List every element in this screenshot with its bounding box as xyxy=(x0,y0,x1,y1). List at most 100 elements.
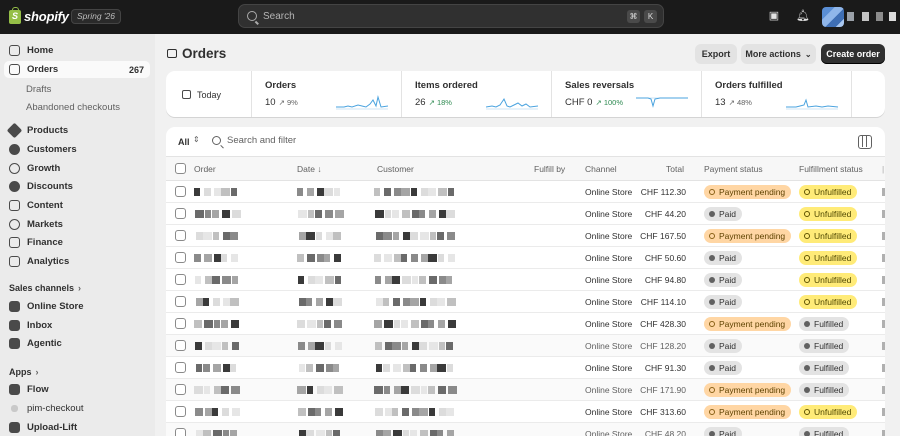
redacted-text xyxy=(374,254,381,262)
row-checkbox[interactable] xyxy=(175,428,186,436)
table-row[interactable]: Online Store CHF 44.20 Paid Unfulfilled xyxy=(166,203,885,225)
table-row[interactable]: Online Store CHF 112.30 Payment pending Unf… xyxy=(166,181,885,203)
nav-upload-lift[interactable]: Upload-Lift xyxy=(4,419,150,436)
export-button[interactable]: Export xyxy=(695,44,737,64)
table-row[interactable]: Online Store CHF 313.60 Payment pending Unf… xyxy=(166,401,885,423)
col-overflow: | xyxy=(882,164,885,174)
redacted-text xyxy=(298,210,307,218)
sales-channels-heading[interactable]: Sales channels › xyxy=(9,283,81,293)
table-row[interactable]: Online Store CHF 128.20 Paid Fulfilled xyxy=(166,335,885,357)
col-fulfillment-status[interactable]: Fulfillment status xyxy=(799,164,863,174)
edition-badge[interactable]: Spring '26 xyxy=(71,9,122,24)
nav-markets[interactable]: Markets xyxy=(4,216,150,233)
row-checkbox[interactable] xyxy=(175,384,186,395)
select-all-checkbox[interactable] xyxy=(175,163,186,174)
table-row[interactable]: Online Store CHF 167.50 Payment pending Unf… xyxy=(166,225,885,247)
col-order[interactable]: Order xyxy=(194,164,216,174)
redacted-text xyxy=(393,232,399,240)
nav-agentic[interactable]: Agentic xyxy=(4,335,150,352)
redacted-text xyxy=(204,320,213,328)
nav-online-store[interactable]: Online Store xyxy=(4,298,150,315)
date-range-button[interactable]: Today xyxy=(182,87,221,102)
table-row[interactable]: Online Store CHF 50.60 Paid Unfulfilled xyxy=(166,247,885,269)
stat-items-ordered[interactable]: Items ordered 26 ↗ 18% xyxy=(401,71,551,117)
row-checkbox[interactable] xyxy=(175,406,186,417)
nav-analytics[interactable]: Analytics xyxy=(4,253,150,270)
redacted-text xyxy=(231,320,239,328)
nav-abandoned-checkouts[interactable]: Abandoned checkouts xyxy=(26,102,120,113)
redacted-text xyxy=(196,364,202,372)
col-payment-status[interactable]: Payment status xyxy=(704,164,763,174)
nav-products[interactable]: Products xyxy=(4,122,150,139)
store-icon[interactable]: ▣ xyxy=(767,9,781,23)
nav-customers[interactable]: Customers xyxy=(4,141,150,158)
redacted-text xyxy=(384,188,391,196)
col-channel[interactable]: Channel xyxy=(585,164,617,174)
redacted-text xyxy=(222,210,230,218)
stat-orders[interactable]: Orders 10 ↗ 9% xyxy=(251,71,401,117)
col-total[interactable]: Total xyxy=(666,164,684,174)
tab-all[interactable]: All xyxy=(173,134,195,150)
search-filter-input[interactable]: Search and filter xyxy=(212,135,296,146)
stat-sales-reversals[interactable]: Sales reversals CHF 0 ↗ 100% xyxy=(551,71,701,117)
row-checkbox[interactable] xyxy=(175,274,186,285)
nav-home[interactable]: Home xyxy=(4,42,150,59)
columns-icon[interactable] xyxy=(858,135,872,149)
sparkline xyxy=(786,98,838,110)
nav-growth[interactable]: Growth xyxy=(4,160,150,177)
row-checkbox[interactable] xyxy=(175,252,186,263)
nav-discounts[interactable]: Discounts xyxy=(4,178,150,195)
table-row[interactable]: Online Store CHF 91.30 Paid Fulfilled xyxy=(166,357,885,379)
col-fulfill-by[interactable]: Fulfill by xyxy=(534,164,565,174)
sort-toggle-icon[interactable]: ⇕ xyxy=(193,135,200,144)
row-checkbox[interactable] xyxy=(175,296,186,307)
table-row[interactable]: Online Store CHF 428.30 Payment pending Ful… xyxy=(166,313,885,335)
fulfillment-status-badge: Unfulfilled xyxy=(799,251,858,265)
redacted-text xyxy=(402,210,410,218)
global-search-input[interactable]: Search ⌘ K xyxy=(238,4,664,28)
row-checkbox[interactable] xyxy=(175,362,186,373)
overflow-cell xyxy=(882,276,885,284)
apps-heading[interactable]: Apps › xyxy=(9,367,39,377)
redacted-text xyxy=(393,364,401,372)
row-checkbox[interactable] xyxy=(175,230,186,241)
payment-status-label: Payment pending xyxy=(719,407,786,417)
nav-content[interactable]: Content xyxy=(4,197,150,214)
chevron-right-icon: › xyxy=(78,283,82,293)
redacted-text xyxy=(430,232,436,240)
calendar-icon xyxy=(182,90,191,99)
nav-finance[interactable]: Finance xyxy=(4,234,150,251)
row-checkbox[interactable] xyxy=(175,208,186,219)
payment-status-badge: Paid xyxy=(704,273,743,287)
overflow-cell xyxy=(882,342,885,350)
col-customer[interactable]: Customer xyxy=(377,164,414,174)
redacted-text xyxy=(232,276,238,284)
nav-pim-checkout[interactable]: pim-checkout xyxy=(4,400,150,417)
payment-status-badge: Paid xyxy=(704,339,743,353)
agentic-icon xyxy=(9,338,20,349)
nav-inbox[interactable]: Inbox xyxy=(4,317,150,334)
nav-orders[interactable]: Orders 267 xyxy=(4,61,150,78)
bell-icon[interactable]: 🔔︎ xyxy=(796,9,810,23)
more-actions-button[interactable]: More actions ⌄ xyxy=(741,44,816,64)
row-checkbox[interactable] xyxy=(175,340,186,351)
row-checkbox[interactable] xyxy=(175,186,186,197)
redacted-text xyxy=(438,254,444,262)
store-name-blurred xyxy=(889,12,896,21)
redacted-text xyxy=(205,276,212,284)
row-checkbox[interactable] xyxy=(175,318,186,329)
create-order-button[interactable]: Create order xyxy=(821,44,885,64)
nav-agentic-label: Agentic xyxy=(27,338,62,349)
shopify-logo[interactable]: shopify xyxy=(9,6,69,24)
table-row[interactable]: Online Store CHF 94.80 Paid Unfulfilled xyxy=(166,269,885,291)
table-row[interactable]: Online Store CHF 171.90 Payment pending Ful… xyxy=(166,379,885,401)
payment-status-label: Paid xyxy=(719,429,737,436)
avatar[interactable] xyxy=(822,7,844,27)
table-row[interactable]: Online Store CHF 48.20 Paid Fulfilled xyxy=(166,423,885,436)
nav-drafts[interactable]: Drafts xyxy=(26,84,51,95)
table-row[interactable]: Online Store CHF 114.10 Paid Unfulfilled xyxy=(166,291,885,313)
redacted-text xyxy=(438,386,446,394)
stat-orders-fulfilled[interactable]: Orders fulfilled 13 ↗ 48% xyxy=(701,71,851,117)
nav-flow[interactable]: Flow xyxy=(4,381,150,398)
col-date[interactable]: Date ↓ xyxy=(297,164,322,174)
